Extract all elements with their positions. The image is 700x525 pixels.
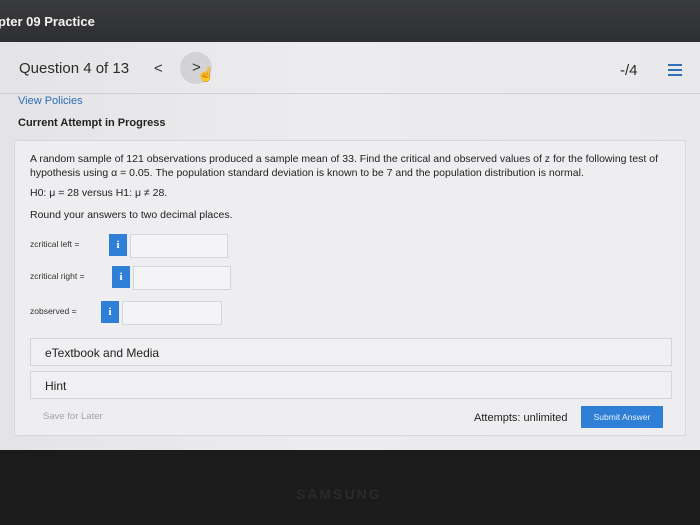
save-for-later-button[interactable]: Save for Later [43, 411, 103, 422]
list-icon[interactable] [668, 64, 682, 76]
z-observed-input[interactable] [122, 301, 222, 325]
info-icon[interactable]: i [112, 266, 130, 288]
attempt-status-heading: Current Attempt in Progress [18, 117, 166, 129]
hand-cursor-icon: ☝ [197, 66, 215, 82]
hypothesis-statement: H0: μ = 28 versus H1: μ ≠ 28. [30, 187, 168, 199]
question-number: Question 4 of 13 [19, 60, 130, 77]
etextbook-media-label: eTextbook and Media [45, 346, 160, 360]
info-icon[interactable]: i [101, 301, 119, 323]
z-critical-right-label: zcritical right = [30, 271, 85, 281]
submit-answer-button[interactable]: Submit Answer [581, 406, 663, 428]
next-question-button[interactable]: > ☝ [180, 52, 215, 84]
z-critical-left-input[interactable] [130, 234, 228, 258]
monitor-brand-logo: SAMSUNG [296, 486, 382, 502]
rounding-instruction: Round your answers to two decimal places… [30, 209, 233, 221]
question-header: Question 4 of 13 < > ☝ -/4 [0, 42, 700, 94]
question-card: A random sample of 121 observations prod… [14, 140, 686, 436]
hint-label: Hint [45, 379, 67, 393]
z-observed-label: zobserved = [30, 306, 77, 316]
problem-statement: A random sample of 121 observations prod… [30, 153, 659, 179]
window-title: pter 09 Practice [0, 14, 95, 29]
view-policies-link[interactable]: View Policies [18, 95, 83, 107]
hint-link[interactable]: Hint [30, 371, 672, 399]
question-page: Question 4 of 13 < > ☝ -/4 View Policies… [0, 42, 700, 450]
browser-title-bar: pter 09 Practice [0, 0, 700, 42]
z-critical-left-label: zcritical left = [30, 239, 80, 249]
prev-question-button[interactable]: < [154, 60, 163, 77]
z-critical-right-input[interactable] [133, 266, 231, 290]
attempts-status: Attempts: unlimited [474, 412, 568, 424]
etextbook-media-link[interactable]: eTextbook and Media [30, 338, 672, 366]
score-display: -/4 [620, 62, 638, 79]
info-icon[interactable]: i [109, 234, 127, 256]
